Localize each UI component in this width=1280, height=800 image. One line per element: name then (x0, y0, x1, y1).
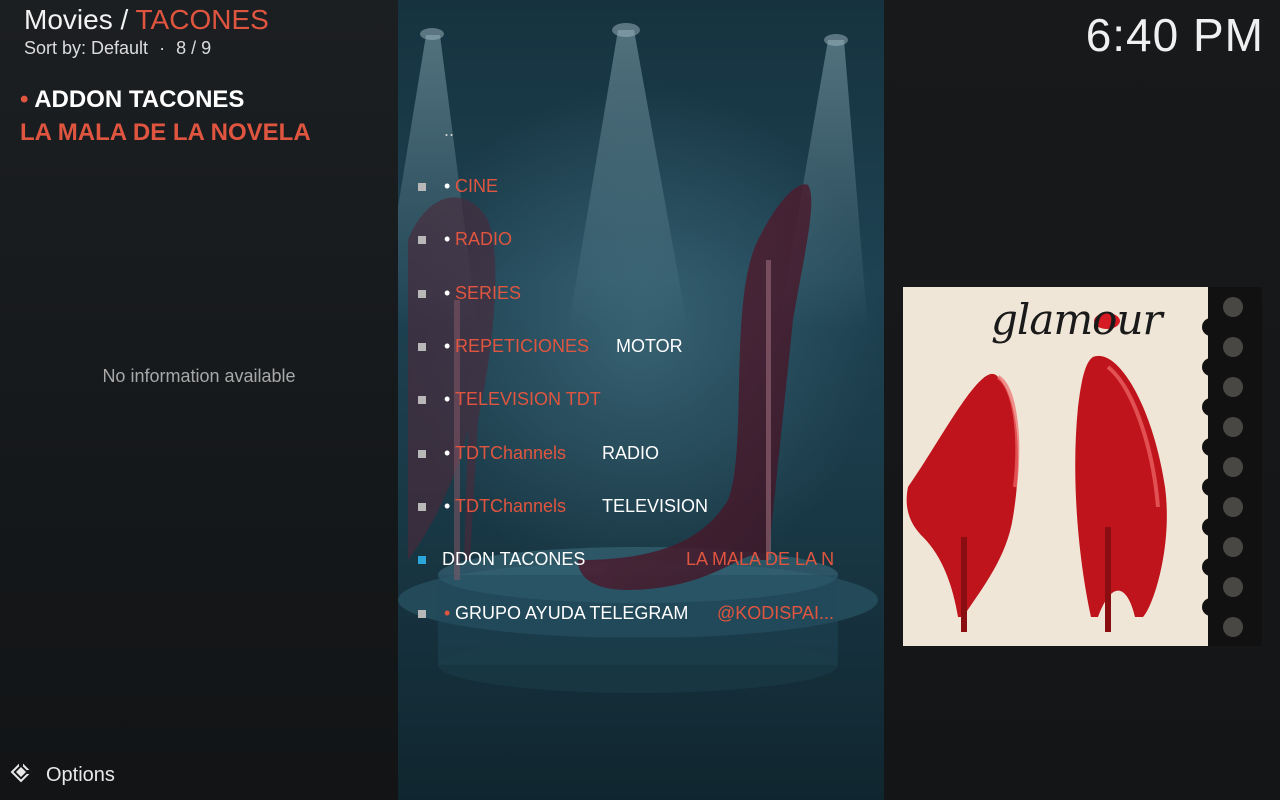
poster-artwork: glamour (903, 287, 1262, 646)
poster-title: glamour (991, 295, 1163, 344)
item-bullet: • (444, 389, 451, 409)
list-item[interactable]: • RADIO (398, 214, 884, 267)
list-item[interactable]: • CINE (398, 161, 884, 214)
info-title: • ADDON TACONES (20, 86, 244, 114)
item-marker (418, 610, 426, 618)
title-bullet: • (20, 86, 29, 113)
item-extra: RADIO (602, 443, 660, 463)
title-line-1: ADDON TACONES (34, 86, 245, 113)
item-bullet: • (444, 443, 451, 463)
item-marker (418, 343, 426, 351)
item-bullet: • (444, 336, 451, 356)
item-marker (418, 183, 426, 191)
item-extra: MOTOR (616, 336, 683, 356)
list-item[interactable]: • TDTChannels RADIO (398, 428, 884, 481)
item-bullet: • (444, 176, 451, 196)
clock: 6:40 PM (1085, 9, 1264, 61)
options-button[interactable]: Options (10, 761, 115, 789)
list-item[interactable]: • TDTChannels TELEVISION (398, 481, 884, 534)
item-bullet: • (444, 603, 451, 623)
no-information-text: No information available (102, 366, 296, 386)
options-icon (10, 761, 32, 789)
item-marker (418, 290, 426, 298)
item-label: RADIO (455, 229, 513, 249)
page-title: Movies / TACONES (24, 4, 269, 36)
item-label: GRUPO AYUDA TELEGRAM (455, 603, 689, 623)
item-label: CINE (455, 176, 499, 196)
list-item-parent[interactable]: .. (398, 108, 884, 161)
list-item[interactable]: • REPETICIONES MOTOR (398, 321, 884, 374)
sort-info: Sort by: Default · 8 / 9 (24, 38, 211, 59)
item-position: 8 / 9 (176, 38, 212, 58)
addon-name: TACONES (135, 4, 269, 35)
item-bullet: • (444, 496, 451, 516)
item-label: SERIES (455, 283, 522, 303)
sort-label[interactable]: Sort by: Default (24, 38, 148, 58)
list-item[interactable]: • GRUPO AYUDA TELEGRAM @KODISPAI... (398, 588, 884, 641)
item-bullet: • (444, 229, 451, 249)
item-label: DDON TACONES (442, 549, 586, 569)
item-marker (418, 396, 426, 404)
item-label: TDTChannels (455, 443, 567, 463)
list-item-focused[interactable]: DDON TACONES LA MALA DE LA N (398, 534, 884, 587)
item-extra: LA MALA DE LA N (686, 549, 835, 569)
list-item[interactable]: • TELEVISION TDT (398, 374, 884, 427)
info-subtitle: LA MALA DE LA NOVELA (20, 119, 311, 146)
options-label: Options (46, 763, 115, 786)
item-bullet: • (444, 283, 451, 303)
sort-separator: · (159, 38, 166, 58)
item-marker (418, 556, 426, 564)
item-extra: @KODISPAI... (717, 603, 834, 623)
item-label: REPETICIONES (455, 336, 590, 356)
item-label: TELEVISION TDT (455, 389, 601, 409)
parent-folder-label: .. (444, 120, 455, 140)
item-extra: TELEVISION (602, 496, 709, 516)
item-marker (418, 450, 426, 458)
list-item[interactable]: • SERIES (398, 268, 884, 321)
section-name: Movies / (24, 4, 136, 35)
item-label: TDTChannels (455, 496, 567, 516)
item-marker (418, 503, 426, 511)
item-marker (418, 236, 426, 244)
